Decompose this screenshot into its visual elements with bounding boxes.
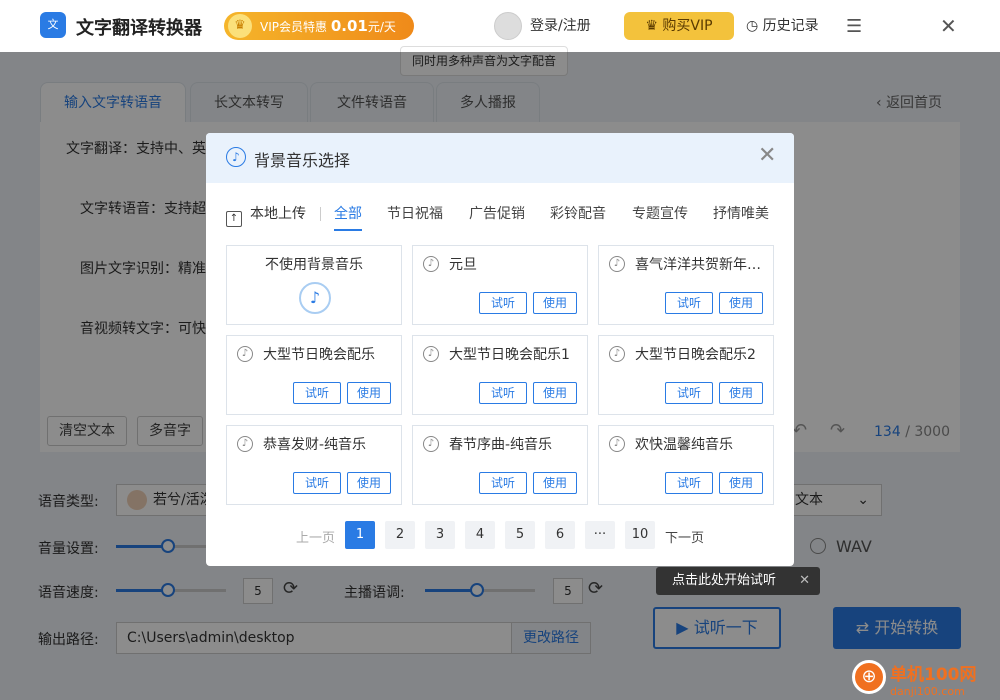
use-button[interactable]: 使用: [719, 382, 763, 404]
prev-page-button[interactable]: 上一页: [296, 527, 335, 546]
use-button[interactable]: 使用: [533, 382, 577, 404]
app-logo-icon: 文: [40, 12, 66, 38]
clock-icon: ◷: [746, 18, 763, 34]
tab-all[interactable]: 全部: [334, 203, 362, 223]
try-button[interactable]: 试听: [293, 472, 341, 494]
crown-icon: ♛: [228, 14, 252, 38]
music-name: 春节序曲-纯音乐: [449, 437, 553, 453]
hint-text: 点击此处开始试听: [672, 573, 777, 588]
history-label: 历史记录: [762, 18, 819, 34]
page-button-3[interactable]: 3: [425, 521, 455, 549]
try-button[interactable]: 试听: [293, 382, 341, 404]
use-button[interactable]: 使用: [533, 472, 577, 494]
tab-ads[interactable]: 广告促销: [469, 203, 525, 223]
upload-icon: ↑: [226, 211, 242, 227]
close-icon[interactable]: ✕: [758, 143, 776, 168]
try-button[interactable]: 试听: [479, 472, 527, 494]
music-name: 大型节日晚会配乐2: [635, 347, 756, 363]
music-note-icon: ♪: [423, 256, 439, 272]
page-button-2[interactable]: 2: [385, 521, 415, 549]
music-card: ♪ 大型节日晚会配乐2 试听 使用: [598, 335, 774, 415]
watermark-name: 单机100网: [890, 665, 977, 685]
title-bar: 文 文字翻译转换器 ♛ VIP会员特惠 0.01元/天 登录/注册 ♛ 购买VI…: [0, 0, 1000, 52]
music-card: ♪ 喜气洋洋共贺新年… 试听 使用: [598, 245, 774, 325]
music-name: 恭喜发财-纯音乐: [263, 437, 367, 453]
tab-ringtone[interactable]: 彩铃配音: [550, 203, 606, 223]
use-button[interactable]: 使用: [719, 472, 763, 494]
vip-promo-price: 0.01: [330, 17, 368, 35]
watermark-logo-icon: ⊕: [852, 660, 886, 694]
music-name: 元旦: [449, 257, 477, 273]
music-card: ♪ 元旦 试听 使用: [412, 245, 588, 325]
music-card: ♪ 欢快温馨纯音乐 试听 使用: [598, 425, 774, 505]
no-music-card[interactable]: 不使用背景音乐 ♪: [226, 245, 402, 325]
music-note-icon: ♪: [237, 346, 253, 362]
music-note-icon: ♪: [609, 346, 625, 362]
modal-header: ♪ 背景音乐选择 ✕: [206, 133, 794, 183]
login-label: 登录/注册: [530, 18, 591, 34]
close-icon[interactable]: ✕: [799, 567, 810, 595]
close-window-icon[interactable]: ✕: [940, 14, 957, 38]
vip-promo-badge[interactable]: ♛ VIP会员特惠 0.01元/天: [224, 12, 414, 40]
menu-icon[interactable]: ☰: [846, 16, 862, 37]
music-note-icon: ♪: [423, 346, 439, 362]
buy-vip-label: 购买VIP: [662, 18, 713, 34]
music-note-icon: ♪: [226, 147, 246, 167]
watermark: 单机100网 danji100.com: [890, 660, 977, 698]
bgm-modal: ♪ 背景音乐选择 ✕ ↑ 本地上传 全部 节日祝福 广告促销 彩铃配音 专题宣传 …: [206, 133, 794, 566]
vip-promo-prefix: VIP会员特惠: [260, 20, 327, 34]
local-upload-button[interactable]: ↑ 本地上传: [226, 203, 306, 227]
music-note-icon: ♪: [237, 436, 253, 452]
page-button-4[interactable]: 4: [465, 521, 495, 549]
app-title: 文字翻译转换器: [76, 18, 202, 39]
page-button-10[interactable]: 10: [625, 521, 655, 549]
login-button[interactable]: 登录/注册: [494, 12, 591, 40]
music-note-icon: ♪: [423, 436, 439, 452]
vip-promo-suffix: 元/天: [367, 20, 396, 34]
active-tab-indicator: [334, 229, 362, 231]
watermark-url: danji100.com: [890, 685, 965, 698]
page-button-1[interactable]: 1: [345, 521, 375, 549]
tab-topic[interactable]: 专题宣传: [632, 203, 688, 223]
use-button[interactable]: 使用: [347, 472, 391, 494]
next-page-button[interactable]: 下一页: [665, 527, 704, 546]
buy-vip-button[interactable]: ♛ 购买VIP: [624, 12, 734, 40]
history-button[interactable]: ◷ 历史记录: [746, 15, 819, 35]
music-note-icon: ♪: [299, 282, 331, 314]
try-button[interactable]: 试听: [665, 382, 713, 404]
music-name: 大型节日晚会配乐1: [449, 347, 570, 363]
avatar: [494, 12, 522, 40]
use-button[interactable]: 使用: [719, 292, 763, 314]
music-card: ♪ 春节序曲-纯音乐 试听 使用: [412, 425, 588, 505]
music-note-icon: ♪: [609, 436, 625, 452]
divider: [320, 207, 321, 221]
tab-festival[interactable]: 节日祝福: [387, 203, 443, 223]
use-button[interactable]: 使用: [347, 382, 391, 404]
try-button[interactable]: 试听: [479, 382, 527, 404]
music-card: ♪ 大型节日晚会配乐1 试听 使用: [412, 335, 588, 415]
modal-title: 背景音乐选择: [254, 151, 351, 170]
music-name: 大型节日晚会配乐: [263, 347, 375, 363]
try-button[interactable]: 试听: [479, 292, 527, 314]
music-name: 欢快温馨纯音乐: [635, 437, 733, 453]
music-card: ♪ 大型节日晚会配乐 试听 使用: [226, 335, 402, 415]
vip-icon: ♛: [645, 18, 663, 34]
music-card: ♪ 恭喜发财-纯音乐 试听 使用: [226, 425, 402, 505]
try-button[interactable]: 试听: [665, 292, 713, 314]
page-button-5[interactable]: 5: [505, 521, 535, 549]
try-button[interactable]: 试听: [665, 472, 713, 494]
music-note-icon: ♪: [609, 256, 625, 272]
page-ellipsis[interactable]: ···: [585, 521, 615, 549]
no-music-label: 不使用背景音乐: [265, 257, 363, 273]
page-button-6[interactable]: 6: [545, 521, 575, 549]
use-button[interactable]: 使用: [533, 292, 577, 314]
music-name: 喜气洋洋共贺新年…: [635, 257, 761, 273]
start-listen-hint: 点击此处开始试听 ✕: [656, 567, 820, 595]
tab-lyrical[interactable]: 抒情唯美: [713, 203, 769, 223]
upload-label: 本地上传: [250, 206, 306, 222]
